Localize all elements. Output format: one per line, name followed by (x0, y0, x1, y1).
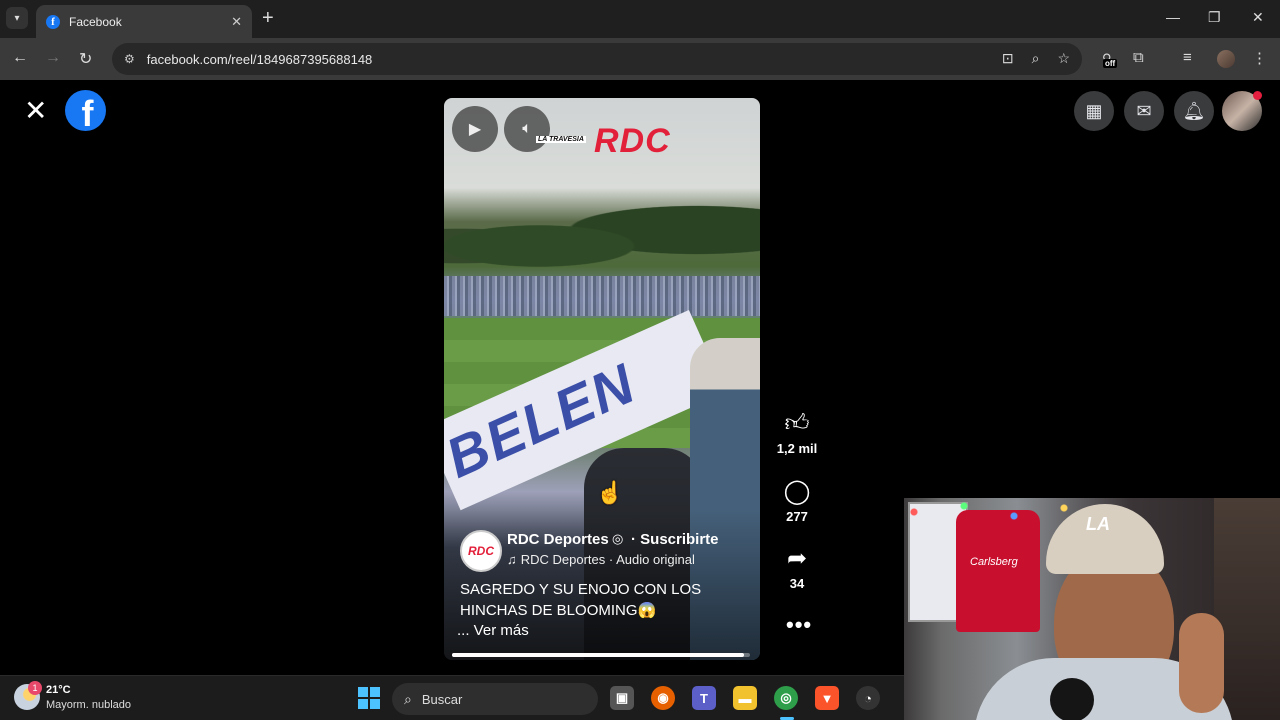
search-placeholder: Buscar (421, 691, 463, 707)
url-text: facebook.com/reel/1849687395688148 (146, 51, 373, 67)
hand-cursor-icon: ☝ (596, 480, 624, 505)
share-action[interactable]: ➦ 34 (772, 545, 822, 591)
back-button[interactable]: ← (12, 49, 28, 67)
firefox-icon[interactable]: ◉ (651, 686, 675, 710)
close-reel-icon[interactable]: ✕ (24, 97, 47, 125)
video-stands (444, 276, 760, 316)
comment-action[interactable]: ◯ 277 (772, 478, 822, 524)
facebook-logo-letter: f (81, 93, 94, 131)
address-bar[interactable]: ⚙ facebook.com/reel/1849687395688148 ⊡ ⌕… (112, 43, 1082, 75)
jersey-text: Carlsberg (970, 556, 1018, 568)
window-close-button[interactable]: ✕ (1252, 9, 1264, 26)
webcam-jersey: Carlsberg (956, 510, 1040, 632)
weather-condition[interactable]: Mayorm. nublado (46, 699, 131, 711)
restore-button[interactable]: ❐ (1208, 9, 1221, 26)
audio-row[interactable]: ♫ RDC Deportes · Audio original (507, 552, 695, 567)
site-info-icon[interactable]: ⚙ (124, 52, 135, 66)
comment-count: 277 (786, 509, 808, 524)
install-app-icon[interactable]: ⊡ (1002, 50, 1014, 67)
obs-icon[interactable]: ◔ (856, 686, 880, 710)
bookmark-star-icon[interactable]: ☆ (1057, 50, 1070, 67)
tab-title: Facebook (69, 14, 122, 29)
music-note-icon: ♫ (507, 552, 517, 567)
extension-off-icon[interactable]: ⚲ off (1102, 50, 1120, 68)
browser-toolbar: ← → ↻ ⚙ facebook.com/reel/18496873956881… (0, 38, 1280, 80)
facebook-logo[interactable]: f (65, 90, 106, 131)
file-explorer-icon[interactable]: ▬ (733, 686, 757, 710)
zoom-icon[interactable]: ⌕ (1032, 50, 1040, 67)
chrome-icon[interactable]: ◎ (774, 686, 798, 710)
media-control-icon[interactable]: ≡ (1183, 49, 1192, 66)
forward-button[interactable]: → (45, 49, 61, 67)
rdc-watermark: RDC (594, 122, 671, 160)
comment-bubble-icon: ◯ (783, 478, 811, 505)
minimize-button[interactable]: — (1166, 9, 1180, 25)
reel-video[interactable]: BELEN ▶ 🔈︎ LA TRAVESIA RDC RDC RDC Depor… (444, 98, 760, 660)
menu-grid-icon[interactable]: ▦ (1074, 91, 1114, 131)
more-options-icon[interactable]: ••• (786, 612, 812, 638)
taskbar-search[interactable]: ⌕ Buscar (392, 683, 598, 715)
browser-tab-strip: ▾ f Facebook ✕ + — ❐ ✕ (0, 0, 1280, 38)
windows-taskbar: 1 21°C Mayorm. nublado ⌕ Buscar ▣ ◉ T ▬ … (0, 675, 904, 720)
cap-logo: LA (1086, 514, 1110, 534)
reel-caption: SAGREDO Y SU ENOJO CON LOS HINCHAS DE BL… (460, 581, 702, 619)
task-view-icon[interactable]: ▣ (610, 686, 634, 710)
extensions-puzzle-icon[interactable]: ⧉ (1133, 49, 1144, 66)
weather-temperature[interactable]: 21°C (46, 684, 71, 696)
tab-close-icon[interactable]: ✕ (231, 14, 242, 30)
notifications-bell-icon[interactable]: 🔔︎ (1174, 91, 1214, 131)
extension-badge: off (1103, 59, 1118, 68)
video-progress-bar[interactable] (452, 653, 750, 657)
thumbs-up-icon: 👍︎ (784, 410, 810, 437)
reload-button[interactable]: ↻ (79, 49, 92, 69)
subscribe-button[interactable]: · Suscribirte (631, 531, 719, 548)
browser-menu-icon[interactable]: ⋮ (1252, 49, 1267, 67)
play-button[interactable]: ▶ (452, 106, 498, 152)
webcam-microphone (1050, 678, 1094, 720)
page-avatar[interactable]: RDC (460, 530, 502, 572)
latravesia-text: LA TRAVESIA (536, 136, 586, 143)
video-progress-fill (452, 653, 745, 657)
notification-dot (1253, 91, 1262, 100)
messenger-icon[interactable]: ✉ (1124, 91, 1164, 131)
see-more-link[interactable]: ... Ver más (457, 622, 529, 639)
public-globe-icon: ◎ (612, 531, 624, 546)
like-count: 1,2 mil (776, 441, 818, 456)
weather-badge: 1 (28, 681, 42, 695)
latravesia-watermark: LA TRAVESIA (536, 118, 586, 162)
tab-search-button[interactable]: ▾ (6, 7, 28, 29)
facebook-favicon-icon: f (46, 14, 60, 29)
tab-facebook[interactable]: f Facebook ✕ (36, 5, 252, 38)
share-arrow-icon: ➦ (786, 545, 808, 572)
teams-icon[interactable]: T (692, 686, 716, 710)
video-trees (444, 198, 760, 278)
search-icon: ⌕ (404, 690, 412, 707)
like-action[interactable]: 👍︎ 1,2 mil (772, 410, 822, 456)
webcam-overlay: Carlsberg LA (904, 498, 1280, 720)
start-button[interactable] (358, 687, 380, 709)
new-tab-button[interactable]: + (262, 8, 274, 28)
brave-icon[interactable]: ▼ (815, 686, 839, 710)
share-count: 34 (789, 576, 805, 591)
webcam-hand (1179, 613, 1224, 713)
page-name[interactable]: RDC Deportes (507, 531, 609, 548)
browser-profile-avatar[interactable] (1217, 50, 1235, 68)
audio-label: RDC Deportes · Audio original (520, 552, 695, 567)
